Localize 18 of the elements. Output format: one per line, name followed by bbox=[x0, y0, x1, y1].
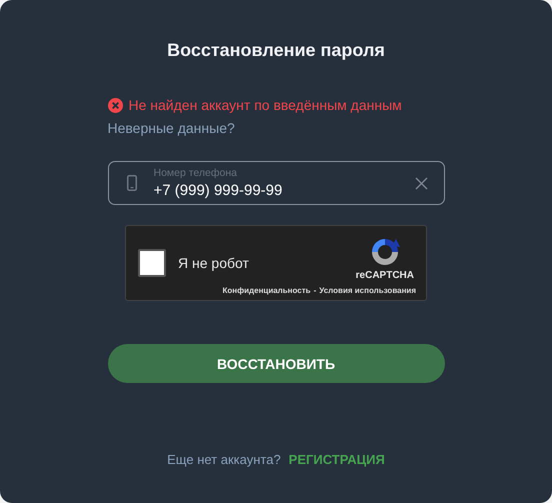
help-link[interactable]: Неверные данные? bbox=[108, 119, 444, 137]
field-label: Номер телефона bbox=[154, 166, 238, 178]
link-separator: - bbox=[314, 286, 316, 295]
page-title: Восстановление пароля bbox=[167, 39, 385, 61]
captcha-label: Я не робот bbox=[178, 255, 249, 271]
clear-icon[interactable] bbox=[414, 176, 428, 190]
field-value: +7 (999) 999-99-99 bbox=[154, 180, 284, 200]
captcha-brand: reCAPTCHA bbox=[356, 270, 414, 281]
terms-link[interactable]: Условия использования bbox=[319, 286, 416, 295]
error-message: Не найден аккаунт по введённым данным bbox=[128, 96, 402, 114]
footer-question: Еще нет аккаунта? bbox=[167, 452, 281, 468]
restore-button[interactable]: ВОССТАНОВИТЬ bbox=[108, 344, 444, 383]
captcha-checkbox[interactable] bbox=[138, 249, 166, 277]
register-link[interactable]: РЕГИСТРАЦИЯ bbox=[288, 452, 385, 468]
privacy-link[interactable]: Конфиденциальность bbox=[222, 286, 311, 295]
phone-icon bbox=[126, 175, 136, 191]
error-icon bbox=[108, 98, 122, 112]
phone-field[interactable]: Номер телефона +7 (999) 999-99-99 bbox=[108, 161, 444, 205]
